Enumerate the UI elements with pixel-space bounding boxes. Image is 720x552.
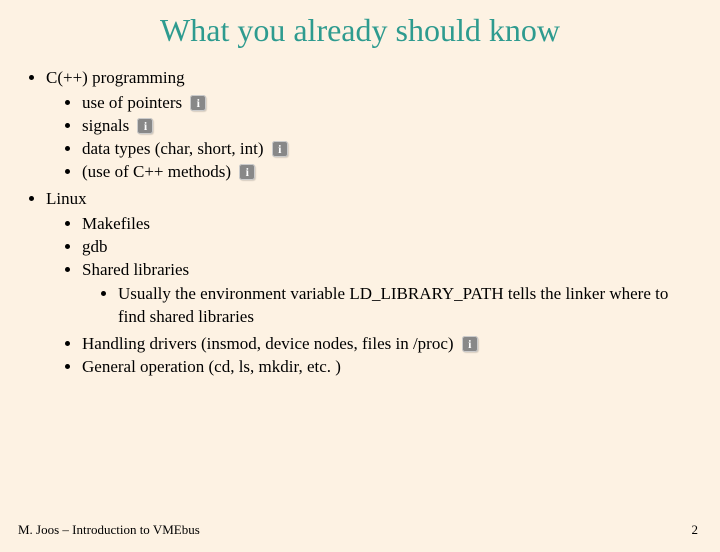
footer-author: M. Joos – Introduction to VMEbus	[18, 522, 200, 538]
list-item: Shared libraries Usually the environment…	[82, 259, 680, 330]
info-icon[interactable]	[137, 118, 153, 134]
page-number: 2	[692, 522, 699, 538]
list-item: signals	[82, 115, 680, 138]
info-icon[interactable]	[462, 336, 478, 352]
bullet-list: C(++) programming use of pointers signal…	[28, 67, 720, 379]
item-text: General operation (cd, ls, mkdir, etc. )	[82, 357, 341, 376]
item-text: Makefiles	[82, 214, 150, 233]
list-item: General operation (cd, ls, mkdir, etc. )	[82, 356, 680, 379]
item-text: Linux	[46, 189, 87, 208]
item-text: Shared libraries	[82, 260, 189, 279]
list-item: Makefiles	[82, 213, 680, 236]
info-icon[interactable]	[190, 95, 206, 111]
slide-title: What you already should know	[0, 12, 720, 49]
item-text: Handling drivers (insmod, device nodes, …	[82, 334, 454, 353]
list-item: use of pointers	[82, 92, 680, 115]
item-text: use of pointers	[82, 93, 182, 112]
item-text: (use of C++ methods)	[82, 162, 231, 181]
info-icon[interactable]	[272, 141, 288, 157]
list-item: data types (char, short, int)	[82, 138, 680, 161]
item-text: data types (char, short, int)	[82, 139, 264, 158]
list-item: Linux Makefiles gdb Shared libraries Usu…	[46, 188, 680, 380]
list-item: Handling drivers (insmod, device nodes, …	[82, 333, 680, 356]
list-item: (use of C++ methods)	[82, 161, 680, 184]
list-item: gdb	[82, 236, 680, 259]
item-text: signals	[82, 116, 129, 135]
item-text: Usually the environment variable LD_LIBR…	[118, 284, 668, 326]
info-icon[interactable]	[239, 164, 255, 180]
item-text: C(++) programming	[46, 68, 185, 87]
list-item: C(++) programming use of pointers signal…	[46, 67, 680, 184]
list-item: Usually the environment variable LD_LIBR…	[118, 283, 680, 329]
item-text: gdb	[82, 237, 108, 256]
